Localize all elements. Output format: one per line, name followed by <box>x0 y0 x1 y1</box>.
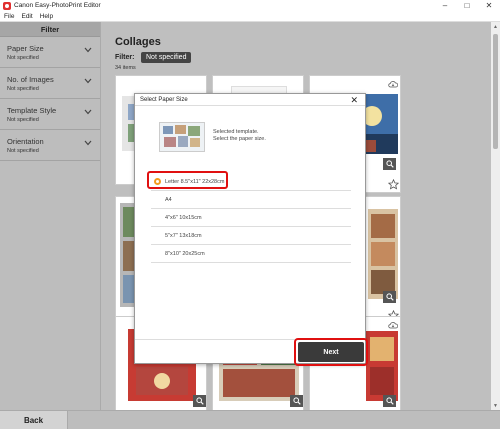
chevron-down-icon <box>84 140 92 146</box>
cloud-download-icon[interactable] <box>388 80 398 88</box>
paper-size-option[interactable]: 5"x7" 13x18cm <box>151 227 351 245</box>
scrollbar-thumb[interactable] <box>493 34 498 149</box>
zoom-button[interactable] <box>193 395 206 407</box>
window-title: Canon Easy-PhotoPrint Editor <box>14 2 101 9</box>
magnifier-icon <box>385 397 394 405</box>
paper-size-label: 4"x6" 10x15cm <box>165 214 202 221</box>
filter-no-of-images[interactable]: No. of Images Not specified <box>0 68 100 99</box>
filter-template-style[interactable]: Template Style Not specified <box>0 99 100 130</box>
selected-template-preview <box>159 122 205 152</box>
scroll-down-arrow-icon[interactable]: ▼ <box>491 401 500 410</box>
chevron-down-icon <box>84 47 92 53</box>
menu-edit[interactable]: Edit <box>21 13 32 20</box>
zoom-button[interactable] <box>383 395 396 407</box>
paper-size-option[interactable]: 8"x10" 20x25cm <box>151 245 351 263</box>
filter-paper-size[interactable]: Paper Size Not specified <box>0 37 100 68</box>
magnifier-icon <box>385 293 394 301</box>
filter-value: Not specified <box>7 55 39 61</box>
favorite-star-icon[interactable] <box>388 179 399 190</box>
menu-bar: File Edit Help <box>0 11 500 22</box>
filter-orientation[interactable]: Orientation Not specified <box>0 130 100 161</box>
divider <box>135 105 365 106</box>
template-thumbnail <box>366 331 398 401</box>
chevron-down-icon <box>84 78 92 84</box>
next-highlight <box>294 338 368 366</box>
close-window-button[interactable]: ✕ <box>478 0 500 11</box>
page-title: Collages <box>115 36 161 48</box>
select-paper-size-dialog: Select Paper Size ✕ Selected template. S… <box>134 93 368 366</box>
active-filter-chip[interactable]: Not specified <box>141 52 192 63</box>
back-button[interactable]: Back <box>0 411 68 429</box>
filter-value: Not specified <box>7 117 39 123</box>
item-count: 34 items <box>115 65 136 71</box>
magnifier-icon <box>195 397 204 405</box>
filter-value: Not specified <box>7 86 39 92</box>
paper-size-label: 5"x7" 13x18cm <box>165 232 202 239</box>
zoom-button[interactable] <box>290 395 303 407</box>
maximize-button[interactable]: □ <box>456 0 478 11</box>
selected-template-text: Selected template. <box>213 129 259 135</box>
footer-bar: Back <box>0 410 500 429</box>
window-controls: – □ ✕ <box>434 0 500 11</box>
magnifier-icon <box>385 160 394 168</box>
minimize-button[interactable]: – <box>434 0 456 11</box>
paper-size-option[interactable]: A4 <box>151 191 351 209</box>
dialog-title: Select Paper Size <box>140 97 188 103</box>
magnifier-icon <box>292 397 301 405</box>
vertical-scrollbar[interactable]: ▲ ▼ <box>491 22 500 410</box>
filter-sidebar: Filter Paper Size Not specified No. of I… <box>0 22 101 410</box>
zoom-button[interactable] <box>383 291 396 303</box>
chevron-down-icon <box>84 109 92 115</box>
paper-size-option[interactable]: 4"x6" 10x15cm <box>151 209 351 227</box>
paper-size-label: 8"x10" 20x25cm <box>165 250 205 257</box>
paper-size-label: A4 <box>165 196 172 203</box>
selection-highlight <box>147 171 228 189</box>
template-thumbnail <box>368 209 398 299</box>
app-icon <box>3 1 11 10</box>
zoom-button[interactable] <box>383 158 396 170</box>
filter-value: Not specified <box>7 148 39 154</box>
cloud-download-icon[interactable] <box>388 321 398 329</box>
menu-file[interactable]: File <box>4 13 14 20</box>
title-bar: Canon Easy-PhotoPrint Editor – □ ✕ <box>0 0 500 11</box>
instruction-text: Select the paper size. <box>213 136 266 142</box>
scroll-up-arrow-icon[interactable]: ▲ <box>491 22 500 31</box>
menu-help[interactable]: Help <box>40 13 53 20</box>
active-filter-label: Filter: <box>115 54 135 61</box>
filter-header: Filter <box>0 22 100 37</box>
